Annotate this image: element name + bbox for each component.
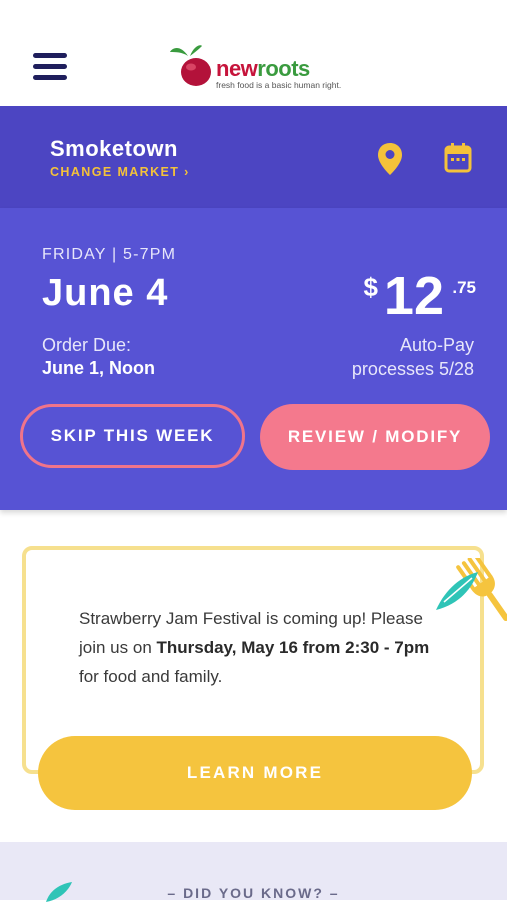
new-roots-logo: newroots fresh food is a basic human rig…: [168, 40, 343, 95]
did-you-know-section: – DID YOU KNOW? –: [0, 842, 507, 902]
autopay-line-2: processes 5/28: [351, 359, 474, 379]
price-cents: .75: [452, 278, 476, 297]
logo-brand: newroots: [216, 56, 310, 81]
learn-more-button[interactable]: LEARN MORE: [38, 736, 472, 810]
did-you-know-title: – DID YOU KNOW? –: [167, 885, 340, 901]
top-bar: newroots fresh food is a basic human rig…: [0, 0, 507, 106]
calendar-icon[interactable]: [444, 143, 472, 173]
review-modify-button[interactable]: REVIEW / MODIFY: [260, 404, 490, 470]
pickup-day-time: FRIDAY | 5-7PM: [42, 246, 177, 263]
order-due-label: Order Due:: [42, 335, 132, 355]
autopay-info: Auto-Pay processes 5/28: [352, 333, 474, 381]
change-market-link[interactable]: CHANGE MARKET ›: [50, 165, 190, 179]
order-price: $ 12 .75: [346, 266, 476, 336]
promo-message: Strawberry Jam Festival is coming up! Pl…: [79, 609, 430, 686]
skip-this-week-button[interactable]: SKIP THIS WEEK: [20, 404, 245, 468]
price-currency: $: [363, 272, 378, 302]
market-bar: Smoketown CHANGE MARKET ›: [0, 106, 507, 208]
location-pin-icon[interactable]: [377, 142, 403, 176]
order-summary: FRIDAY | 5-7PM June 4 Order Due: June 1,…: [0, 208, 507, 510]
price-dollars: 12: [383, 266, 444, 326]
pickup-date: June 4: [42, 272, 169, 314]
promo-event-date: Thursday, May 16 from 2:30 - 7pm: [156, 638, 430, 657]
hamburger-menu-icon[interactable]: [33, 53, 67, 81]
autopay-line-1: Auto-Pay: [399, 335, 474, 355]
market-name: Smoketown: [50, 136, 178, 161]
fork-leaf-icon: [436, 558, 507, 621]
order-due-date: June 1, Noon: [42, 358, 156, 378]
logo-tagline: fresh food is a basic human right.: [216, 80, 342, 90]
